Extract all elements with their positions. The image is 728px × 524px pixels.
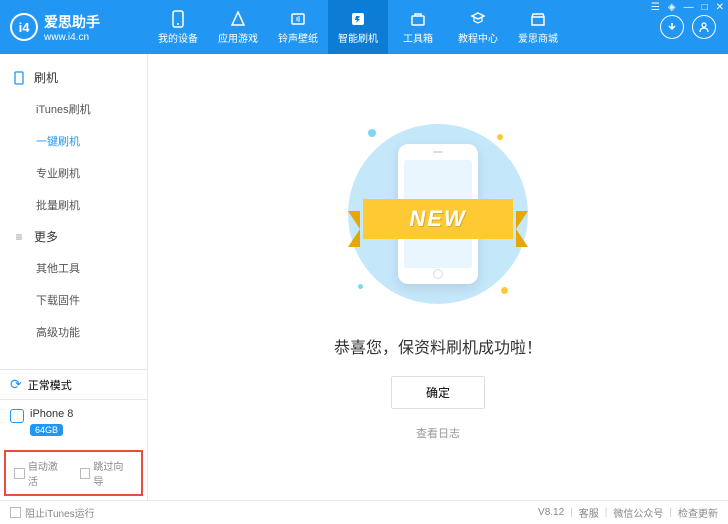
flash-icon — [349, 10, 367, 28]
new-badge: NEW — [363, 199, 513, 239]
sidebar-group-flash[interactable]: 刷机 — [0, 62, 147, 93]
block-itunes-label: 阻止iTunes运行 — [25, 505, 95, 520]
nav-tutorial[interactable]: 教程中心 — [448, 0, 508, 54]
refresh-icon: ⟳ — [10, 376, 22, 393]
version-label: V8.12 — [538, 507, 564, 518]
checkbox-icon — [80, 468, 91, 479]
app-name: 爱思助手 — [44, 12, 100, 32]
nav-ringtone[interactable]: 铃声壁纸 — [268, 0, 328, 54]
more-icon: ≡ — [12, 230, 26, 244]
group-title: 刷机 — [34, 69, 58, 86]
nav-toolbox[interactable]: 工具箱 — [388, 0, 448, 54]
sidebar-item-download[interactable]: 下载固件 — [0, 284, 147, 316]
nav-label: 工具箱 — [403, 30, 433, 45]
sidebar-item-pro[interactable]: 专业刷机 — [0, 157, 147, 189]
store-icon — [529, 10, 547, 28]
storage-badge: 64GB — [30, 424, 63, 436]
tutorial-icon — [469, 10, 487, 28]
sidebar-item-batch[interactable]: 批量刷机 — [0, 189, 147, 221]
menu-icon[interactable]: ☰ — [651, 2, 660, 13]
sidebar: 刷机 iTunes刷机 一键刷机 专业刷机 批量刷机 ≡ 更多 其他工具 下载固… — [0, 54, 148, 500]
apps-icon — [229, 10, 247, 28]
success-message: 恭喜您，保资料刷机成功啦！ — [334, 334, 542, 358]
nav-label: 教程中心 — [458, 30, 498, 45]
view-log-link[interactable]: 查看日志 — [416, 425, 460, 441]
header-right — [660, 15, 728, 39]
mode-label: 正常模式 — [28, 377, 72, 393]
success-illustration: NEW — [338, 114, 538, 314]
download-icon[interactable] — [660, 15, 684, 39]
toolbox-icon — [409, 10, 427, 28]
wechat-link[interactable]: 微信公众号 — [613, 505, 663, 520]
close-icon[interactable]: ✕ — [716, 2, 724, 13]
confirm-button[interactable]: 确定 — [391, 376, 485, 409]
app-url: www.i4.cn — [44, 32, 100, 43]
sidebar-group-more[interactable]: ≡ 更多 — [0, 221, 147, 252]
nav-label: 我的设备 — [158, 30, 198, 45]
ringtone-icon — [289, 10, 307, 28]
nav-my-device[interactable]: 我的设备 — [148, 0, 208, 54]
check-label: 跳过向导 — [93, 458, 133, 488]
checkbox-icon — [14, 468, 25, 479]
sidebar-item-other[interactable]: 其他工具 — [0, 252, 147, 284]
skin-icon[interactable]: ◈ — [668, 2, 676, 13]
nav-label: 爱思商城 — [518, 30, 558, 45]
checkbox-icon[interactable] — [10, 507, 21, 518]
sidebar-item-oneclick[interactable]: 一键刷机 — [0, 125, 147, 157]
device-icon — [10, 409, 24, 423]
top-nav: 我的设备 应用游戏 铃声壁纸 智能刷机 工具箱 教程中心 爱思商城 — [148, 0, 660, 54]
nav-label: 铃声壁纸 — [278, 30, 318, 45]
phone-icon — [12, 71, 26, 85]
update-link[interactable]: 检查更新 — [678, 505, 718, 520]
device-row[interactable]: iPhone 8 64GB — [0, 399, 147, 450]
mode-row[interactable]: ⟳ 正常模式 — [0, 369, 147, 399]
auto-activate-check[interactable]: 自动激活 — [14, 458, 68, 488]
phone-icon — [169, 10, 187, 28]
support-link[interactable]: 客服 — [579, 505, 599, 520]
group-title: 更多 — [34, 228, 58, 245]
minimize-icon[interactable]: — — [684, 2, 694, 13]
logo: i4 爱思助手 www.i4.cn — [0, 12, 148, 43]
nav-label: 应用游戏 — [218, 30, 258, 45]
nav-label: 智能刷机 — [338, 30, 378, 45]
sidebar-item-itunes[interactable]: iTunes刷机 — [0, 93, 147, 125]
device-name: iPhone 8 — [30, 408, 73, 420]
sidebar-item-advanced[interactable]: 高级功能 — [0, 316, 147, 348]
nav-flash[interactable]: 智能刷机 — [328, 0, 388, 54]
nav-apps[interactable]: 应用游戏 — [208, 0, 268, 54]
skip-guide-check[interactable]: 跳过向导 — [80, 458, 134, 488]
options-row: 自动激活 跳过向导 — [4, 450, 143, 496]
window-controls: ☰ ◈ — □ ✕ — [651, 2, 724, 13]
main-panel: NEW 恭喜您，保资料刷机成功啦！ 确定 查看日志 — [148, 54, 728, 500]
maximize-icon[interactable]: □ — [702, 2, 708, 13]
footer: 阻止iTunes运行 V8.12 | 客服 | 微信公众号 | 检查更新 — [0, 500, 728, 524]
app-header: i4 爱思助手 www.i4.cn 我的设备 应用游戏 铃声壁纸 智能刷机 工具… — [0, 0, 728, 54]
nav-store[interactable]: 爱思商城 — [508, 0, 568, 54]
check-label: 自动激活 — [28, 458, 68, 488]
user-icon[interactable] — [692, 15, 716, 39]
logo-icon: i4 — [10, 13, 38, 41]
